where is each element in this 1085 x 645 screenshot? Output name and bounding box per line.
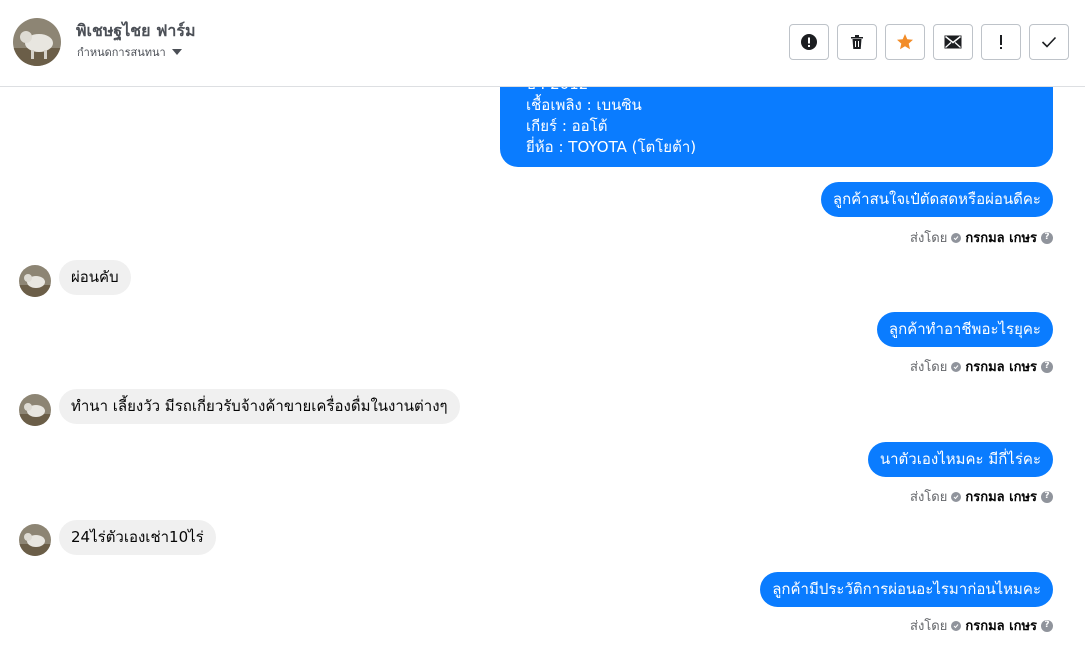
car-detail-line: ยี่ห้อ : TOYOTA (โตโยต้า) [526, 138, 697, 156]
agent-name[interactable]: กรกมล เกษร [965, 356, 1037, 377]
help-icon[interactable]: ? [1041, 619, 1053, 632]
outgoing-message: ลูกค้าทำอาชีพอะไรยุคะ [876, 312, 1053, 347]
contact-avatar[interactable] [19, 524, 51, 556]
sent-by-info: ส่งโดย กรกมล เกษร ? [910, 227, 1053, 248]
sent-by-label: ส่งโดย [910, 231, 948, 246]
trash-icon [851, 35, 863, 49]
message-thread[interactable]: ปี : 2012 เชื้อเพลิง : เบนซิน เกียร์ : อ… [0, 0, 1085, 645]
agent-name[interactable]: กรกมล เกษร [965, 227, 1037, 248]
envelope-icon [944, 35, 962, 49]
sent-by-label: ส่งโดย [910, 360, 948, 375]
star-icon [897, 34, 913, 50]
conversation-settings-label: กำหนดการสนทนา [77, 46, 166, 59]
contact-avatar[interactable] [13, 18, 61, 66]
checkmark-icon [1041, 36, 1057, 48]
alert-circle-icon [801, 34, 817, 50]
sent-by-label: ส่งโดย [910, 490, 948, 505]
car-detail-line: เกียร์ : ออโต้ [526, 117, 608, 135]
sent-check-icon [951, 361, 962, 372]
contact-name[interactable]: พิเชษฐไชย ฟาร์ม [76, 19, 196, 44]
help-icon[interactable]: ? [1041, 360, 1053, 373]
sent-by-info: ส่งโดย กรกมล เกษร ? [910, 486, 1053, 507]
outgoing-message: ลูกค้าสนใจเป๋ตัดสดหรือผ่อนดีคะ [820, 182, 1053, 217]
sent-check-icon [951, 491, 962, 502]
agent-name[interactable]: กรกมล เกษร [965, 486, 1037, 507]
mark-done-button[interactable] [1029, 24, 1069, 60]
follow-up-button[interactable] [981, 24, 1021, 60]
contact-avatar[interactable] [19, 265, 51, 297]
contact-avatar[interactable] [19, 394, 51, 426]
sent-by-info: ส่งโดย กรกมล เกษร ? [910, 356, 1053, 377]
exclamation-icon [1000, 35, 1002, 49]
caret-down-icon [171, 49, 182, 55]
star-button[interactable] [885, 24, 925, 60]
outgoing-message: ลูกค้ามีประวัติการผ่อนอะไรมาก่อนไหมคะ [760, 572, 1053, 607]
incoming-message: ทำนา เลี้ยงวัว มีรถเกี่ยวรับจ้างค้าขายเค… [59, 389, 460, 424]
help-icon[interactable]: ? [1041, 231, 1053, 244]
agent-name[interactable]: กรกมล เกษร [965, 615, 1037, 636]
sent-by-label: ส่งโดย [910, 619, 948, 634]
sent-check-icon [951, 620, 962, 631]
incoming-message: 24ไร่ตัวเองเช่า10ไร่ [59, 520, 216, 555]
conversation-header: พิเชษฐไชย ฟาร์ม กำหนดการสนทนา [0, 0, 1085, 87]
outgoing-message: นาตัวเองไหมคะ มีกี่ไร่คะ [867, 442, 1053, 477]
mark-unread-button[interactable] [933, 24, 973, 60]
car-detail-line: เชื้อเพลิง : เบนซิน [526, 96, 642, 114]
sent-by-info: ส่งโดย กรกมล เกษร ? [910, 615, 1053, 636]
conversation-toolbar [789, 24, 1069, 60]
delete-button[interactable] [837, 24, 877, 60]
incoming-message: ผ่อนคับ [59, 260, 131, 295]
sent-check-icon [951, 232, 962, 243]
mark-spam-button[interactable] [789, 24, 829, 60]
conversation-settings-dropdown[interactable]: กำหนดการสนทนา [77, 43, 182, 61]
help-icon[interactable]: ? [1041, 490, 1053, 503]
